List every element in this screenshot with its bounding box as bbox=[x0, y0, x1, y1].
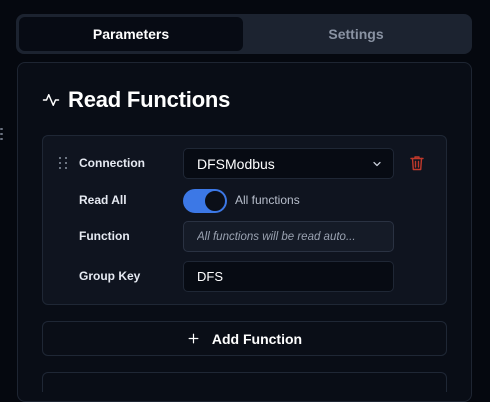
plus-icon bbox=[188, 333, 199, 344]
add-function-label: Add Function bbox=[211, 330, 303, 347]
tab-parameters[interactable]: Parameters bbox=[19, 17, 243, 51]
chevron-down-icon bbox=[373, 161, 381, 166]
group-key-label: Group Key bbox=[79, 269, 141, 283]
next-section-card bbox=[42, 372, 447, 392]
toggle-knob bbox=[205, 191, 225, 211]
group-key-field[interactable] bbox=[183, 261, 394, 292]
tab-bar: Parameters Settings bbox=[16, 14, 472, 54]
read-function-card: Connection DFSModbus Read All All functi… bbox=[42, 135, 447, 305]
read-all-status: All functions bbox=[235, 193, 300, 207]
connection-select[interactable]: DFSModbus bbox=[183, 148, 394, 179]
add-function-button[interactable]: Add Function bbox=[42, 321, 447, 356]
function-field[interactable] bbox=[183, 221, 394, 252]
resize-grip-line bbox=[0, 133, 3, 135]
resize-grip-line bbox=[0, 128, 3, 130]
resize-grip-line bbox=[0, 138, 3, 140]
tab-settings[interactable]: Settings bbox=[243, 17, 469, 51]
section-title: Read Functions bbox=[68, 87, 231, 112]
connection-label: Connection bbox=[79, 156, 145, 170]
panel-resize-handle[interactable] bbox=[0, 128, 4, 140]
trash-icon[interactable] bbox=[410, 155, 424, 171]
read-all-toggle[interactable] bbox=[183, 189, 227, 213]
function-label: Function bbox=[79, 229, 130, 243]
activity-icon bbox=[42, 94, 60, 106]
connection-value: DFSModbus bbox=[197, 155, 275, 172]
read-all-label: Read All bbox=[79, 193, 127, 207]
read-functions-panel: Read Functions Connection DFSModbus Read… bbox=[17, 62, 472, 402]
section-header: Read Functions bbox=[42, 87, 230, 113]
drag-handle-icon[interactable] bbox=[59, 157, 67, 169]
